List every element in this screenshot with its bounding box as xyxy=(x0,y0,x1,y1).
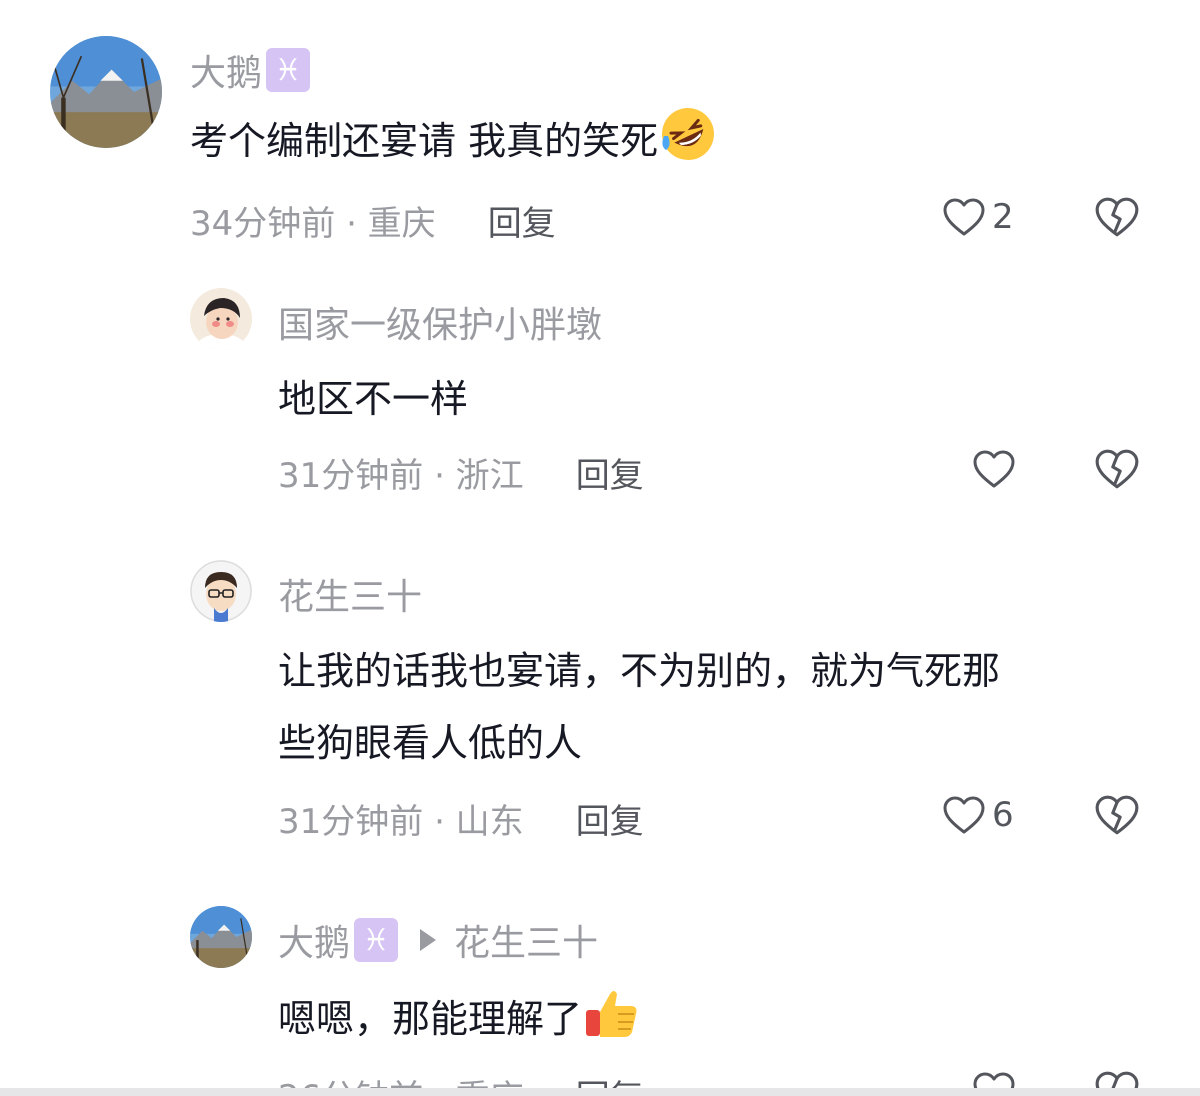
comment-time-location: 34分钟前 · 重庆 xyxy=(190,204,436,244)
comment-time-location: 26分钟前 · 重庆 xyxy=(278,1070,524,1088)
comment-item: 大鹅 ♓ 考个编制还宴请 我真的笑死 34分钟前 · 重庆 回复 2 xyxy=(0,0,1200,260)
avatar[interactable] xyxy=(190,906,252,968)
comment-meta: 26分钟前 · 重庆 回复 xyxy=(278,1070,644,1088)
reply-arrow-icon xyxy=(420,929,437,951)
avatar-landscape-image xyxy=(50,36,162,148)
comment-meta: 31分钟前 · 山东 回复 xyxy=(278,794,644,843)
reply-button[interactable]: 回复 xyxy=(576,448,644,497)
comment-meta: 31分钟前 · 浙江 回复 xyxy=(278,448,644,497)
comment-text-content: 让我的话我也宴请，不为别的，就为气死那 xyxy=(278,649,1001,693)
avatar-landscape-image xyxy=(190,906,252,968)
thumbs-up-emoji-icon xyxy=(582,982,642,1042)
broken-heart-icon xyxy=(1095,197,1139,237)
comment-text-line: 让我的话我也宴请，不为别的，就为气死那 xyxy=(278,634,1000,708)
like-button[interactable] xyxy=(972,1070,1022,1088)
reply-comment-item: 花生三十 让我的话我也宴请，不为别的，就为气死那 些狗眼看人低的人 31分钟前 … xyxy=(0,530,1200,880)
dislike-button[interactable] xyxy=(1094,1070,1140,1088)
like-button[interactable]: 2 xyxy=(942,196,1014,238)
comment-author-name[interactable]: 花生三十 xyxy=(278,568,422,620)
comment-author-row: 大鹅 ♓ xyxy=(190,44,311,96)
comment-text-line: 些狗眼看人低的人 xyxy=(278,706,582,780)
heart-outline-icon xyxy=(943,198,985,236)
avatar[interactable] xyxy=(190,288,252,350)
like-button[interactable]: 6 xyxy=(942,794,1014,836)
comment-text-content: 些狗眼看人低的人 xyxy=(278,721,583,765)
dislike-button[interactable] xyxy=(1094,448,1140,490)
pisces-zodiac-icon: ♓ xyxy=(266,48,311,92)
bottom-divider xyxy=(0,1088,1200,1096)
comment-author-name[interactable]: 大鹅 xyxy=(278,914,350,966)
reply-button[interactable]: 回复 xyxy=(576,794,644,843)
like-count: 2 xyxy=(992,197,1014,237)
comment-author-name[interactable]: 国家一级保护小胖墩 xyxy=(278,296,602,348)
broken-heart-icon xyxy=(1095,1071,1139,1088)
broken-heart-icon xyxy=(1095,795,1139,835)
dislike-button[interactable] xyxy=(1094,196,1140,238)
comment-text-content: 嗯嗯，那能理解了 xyxy=(278,997,583,1041)
broken-heart-icon xyxy=(1095,449,1139,489)
reply-comment-item: 大鹅 ♓ 花生三十 嗯嗯，那能理解了 26分钟前 · 重庆 回复 xyxy=(0,880,1200,1088)
comment-text: 嗯嗯，那能理解了 xyxy=(278,982,642,1056)
comment-author-name[interactable]: 大鹅 xyxy=(190,44,262,96)
heart-outline-icon xyxy=(973,450,1015,488)
comment-text: 考个编制还宴请 我真的笑死 xyxy=(190,104,718,178)
dislike-button[interactable] xyxy=(1094,794,1140,836)
comment-time-location: 31分钟前 · 浙江 xyxy=(278,456,524,496)
comment-author-row: 花生三十 xyxy=(278,568,422,620)
reply-button[interactable]: 回复 xyxy=(488,196,556,245)
reply-button[interactable]: 回复 xyxy=(576,1070,644,1088)
comment-author-row: 大鹅 ♓ 花生三十 xyxy=(278,914,598,966)
avatar[interactable] xyxy=(50,36,162,148)
heart-outline-icon xyxy=(973,1072,1015,1088)
comment-time-location: 31分钟前 · 山东 xyxy=(278,802,524,842)
avatar-cartoon-image xyxy=(190,288,252,350)
pisces-zodiac-icon: ♓ xyxy=(354,918,399,962)
avatar-glasses-man-image xyxy=(190,560,252,622)
comment-text: 地区不一样 xyxy=(278,362,468,436)
comment-text-content: 地区不一样 xyxy=(278,377,469,421)
like-count: 6 xyxy=(992,795,1014,835)
heart-outline-icon xyxy=(943,796,985,834)
reply-comment-item: 国家一级保护小胖墩 地区不一样 31分钟前 · 浙江 回复 xyxy=(0,260,1200,530)
comment-meta: 34分钟前 · 重庆 回复 xyxy=(190,196,556,245)
comment-author-row: 国家一级保护小胖墩 xyxy=(278,296,602,348)
like-button[interactable] xyxy=(972,448,1022,490)
comment-text-content: 考个编制还宴请 我真的笑死 xyxy=(190,119,659,163)
avatar[interactable] xyxy=(190,560,252,622)
rolling-laughing-emoji-icon xyxy=(658,104,718,164)
reply-to-author-name[interactable]: 花生三十 xyxy=(454,914,598,966)
